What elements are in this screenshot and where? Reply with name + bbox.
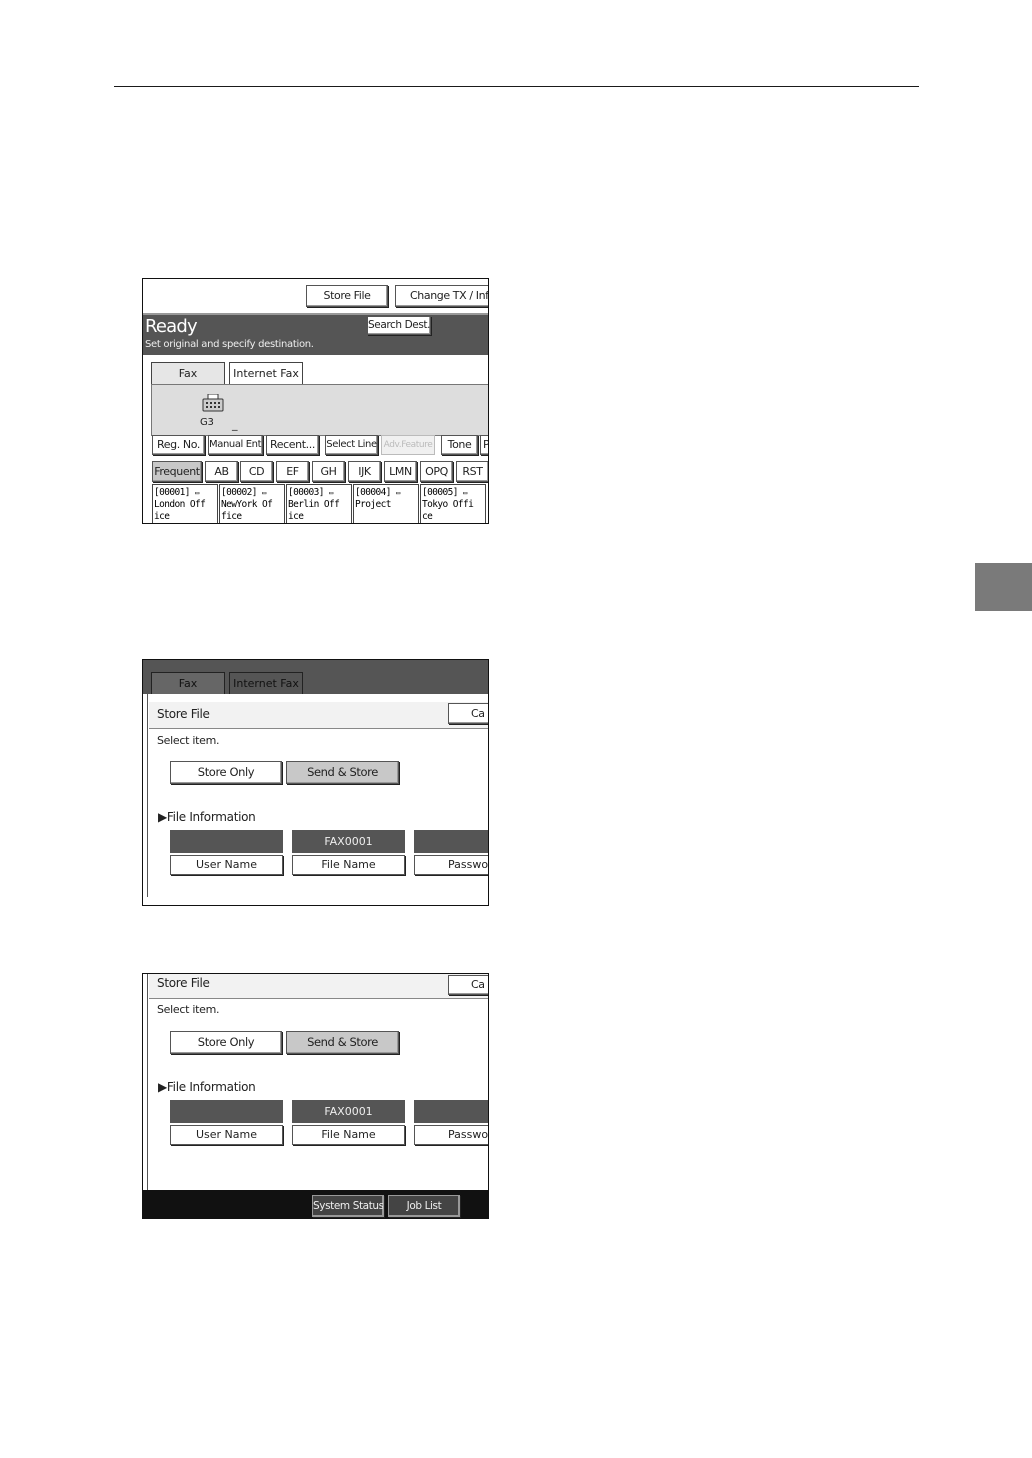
screenshot-store-file-tabs: Fax Internet Fax Store File Ca Select it…: [142, 659, 489, 906]
destination-name: NewYork Of: [221, 499, 273, 510]
reg-no-button[interactable]: Reg. No.: [152, 435, 205, 455]
destination-name-cont: ce: [422, 511, 433, 522]
index-tab-ab[interactable]: AB: [205, 461, 238, 482]
index-tab-frequent[interactable]: Frequent: [152, 461, 202, 482]
destination-key-1[interactable]: [00001] ▭ London Off ice: [152, 484, 218, 523]
index-tab-gh[interactable]: GH: [312, 461, 345, 482]
destination-key-3[interactable]: [00003] ▭ Berlin Off ice: [286, 484, 352, 523]
user-name-value: [170, 1100, 283, 1123]
screenshot-fax-ready: Store File Change TX / Info Ready Set or…: [142, 278, 489, 524]
user-name-button[interactable]: User Name: [170, 1125, 283, 1145]
password-button[interactable]: Passwor: [414, 1125, 488, 1145]
tab-internet-fax[interactable]: Internet Fax: [229, 672, 303, 694]
file-information-heading: ▶File Information: [158, 810, 256, 824]
fax-machine-icon: [202, 393, 224, 412]
g3-line-icon: ▭: [328, 489, 333, 497]
index-tab-rst[interactable]: RST: [456, 461, 488, 482]
destination-key-5[interactable]: [00005] ▭ Tokyo Offi ce: [420, 484, 486, 523]
user-name-value: [170, 830, 283, 853]
password-value: [414, 830, 488, 853]
destination-name: London Off: [154, 499, 206, 510]
destination-id: [00001]: [154, 487, 190, 498]
g3-line-icon: ▭: [261, 489, 266, 497]
index-tab-ef[interactable]: EF: [276, 461, 309, 482]
user-name-button[interactable]: User Name: [170, 855, 283, 875]
store-only-button[interactable]: Store Only: [170, 1031, 282, 1054]
destination-name: Berlin Off: [288, 499, 340, 510]
cancel-button[interactable]: Ca: [448, 975, 488, 995]
destination-id: [00003]: [288, 487, 324, 498]
header-rule: [114, 86, 919, 87]
index-tab-cd[interactable]: CD: [240, 461, 273, 482]
destination-name-cont: fice: [221, 511, 242, 522]
index-tab-opq[interactable]: OPQ: [420, 461, 453, 482]
destination-name: Tokyo Offi: [422, 499, 474, 510]
recent-button[interactable]: Recent...: [266, 435, 319, 455]
g3-line-icon: ▭: [395, 489, 400, 497]
system-status-button[interactable]: System Status: [312, 1195, 384, 1217]
tone-button[interactable]: Tone: [441, 435, 478, 455]
status-message: Set original and specify destination.: [145, 339, 314, 350]
send-and-store-button[interactable]: Send & Store: [286, 1031, 399, 1054]
job-list-button[interactable]: Job List: [388, 1195, 460, 1217]
adv-feature-button[interactable]: Adv.Feature: [381, 435, 435, 455]
change-tx-info-button[interactable]: Change TX / Info: [395, 285, 488, 307]
chapter-thumb-tab: [975, 563, 1032, 611]
destination-name: Project: [355, 499, 391, 510]
send-and-store-button[interactable]: Send & Store: [286, 761, 399, 784]
index-tab-lmn[interactable]: LMN: [384, 461, 417, 482]
input-cursor: _: [232, 418, 238, 431]
tab-fax[interactable]: Fax: [151, 362, 225, 384]
destination-id: [00005]: [422, 487, 458, 498]
destination-id: [00002]: [221, 487, 257, 498]
cancel-button[interactable]: Ca: [448, 703, 488, 724]
line-label: G3: [200, 417, 214, 428]
destination-key-2[interactable]: [00002] ▭ NewYork Of fice: [219, 484, 285, 523]
store-file-title: Store File: [157, 976, 210, 990]
store-file-button[interactable]: Store File: [306, 285, 388, 307]
status-title: Ready: [145, 316, 198, 337]
select-line-button[interactable]: Select Line: [325, 435, 378, 455]
destination-key-4[interactable]: [00004] ▭ Project: [353, 484, 419, 523]
file-name-value: FAX0001: [292, 830, 405, 853]
search-dest-button[interactable]: Search Dest.: [367, 316, 431, 335]
select-item-instruction: Select item.: [157, 734, 220, 747]
password-button[interactable]: Passwor: [414, 855, 488, 875]
manual-entry-button[interactable]: Manual Entry: [208, 435, 263, 455]
destination-name-cont: ice: [288, 511, 304, 522]
destination-name-cont: ice: [154, 511, 170, 522]
destination-id: [00004]: [355, 487, 391, 498]
password-value: [414, 1100, 488, 1123]
g3-line-icon: ▭: [462, 489, 467, 497]
g3-line-icon: ▭: [194, 489, 199, 497]
index-tab-ijk[interactable]: IJK: [348, 461, 381, 482]
select-item-instruction: Select item.: [157, 1003, 220, 1016]
pause-button[interactable]: P: [480, 435, 488, 455]
tab-fax[interactable]: Fax: [151, 672, 225, 694]
tab-internet-fax[interactable]: Internet Fax: [229, 362, 303, 384]
store-file-title: Store File: [157, 707, 210, 721]
file-information-heading: ▶File Information: [158, 1080, 256, 1094]
file-name-button[interactable]: File Name: [292, 855, 405, 875]
screenshot-store-file-status: Store File Ca Select item. Store Only Se…: [142, 973, 489, 1219]
store-only-button[interactable]: Store Only: [170, 761, 282, 784]
file-name-value: FAX0001: [292, 1100, 405, 1123]
file-name-button[interactable]: File Name: [292, 1125, 405, 1145]
status-bar: Ready Set original and specify destinati…: [143, 313, 488, 355]
